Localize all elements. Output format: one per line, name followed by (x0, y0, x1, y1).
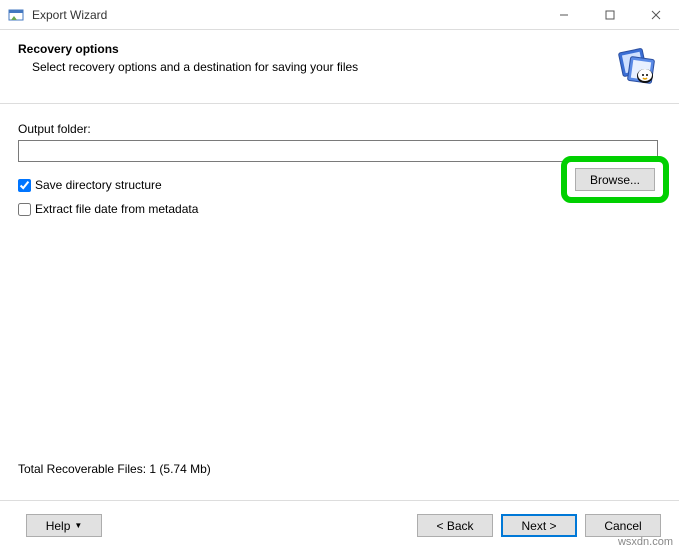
next-button[interactable]: Next > (501, 514, 577, 537)
help-label: Help (46, 519, 71, 533)
page-subtitle: Select recovery options and a destinatio… (32, 60, 358, 74)
title-bar: Export Wizard (0, 0, 679, 30)
output-folder-label: Output folder: (18, 122, 661, 136)
browse-highlight: Browse... (561, 156, 669, 203)
extract-date-label: Extract file date from metadata (35, 202, 198, 216)
page-title: Recovery options (18, 42, 358, 56)
output-folder-input[interactable] (18, 140, 658, 162)
back-button[interactable]: < Back (417, 514, 493, 537)
cancel-button[interactable]: Cancel (585, 514, 661, 537)
chevron-down-icon: ▼ (74, 521, 82, 530)
watermark: wsxdn.com (618, 536, 673, 548)
save-directory-checkbox[interactable] (18, 179, 31, 192)
minimize-button[interactable] (541, 0, 587, 30)
status-text: Total Recoverable Files: 1 (5.74 Mb) (18, 462, 211, 476)
wizard-footer: Help ▼ < Back Next > Cancel (0, 500, 679, 550)
close-button[interactable] (633, 0, 679, 30)
browse-button[interactable]: Browse... (575, 168, 655, 191)
window-controls (541, 0, 679, 30)
save-directory-label: Save directory structure (35, 178, 162, 192)
extract-date-checkbox[interactable] (18, 203, 31, 216)
wizard-icon (613, 42, 657, 89)
help-button[interactable]: Help ▼ (26, 514, 102, 537)
app-icon (8, 7, 24, 23)
wizard-header: Recovery options Select recovery options… (0, 30, 679, 104)
window-title: Export Wizard (32, 8, 107, 22)
wizard-content: Output folder: Save directory structure … (0, 104, 679, 494)
maximize-button[interactable] (587, 0, 633, 30)
